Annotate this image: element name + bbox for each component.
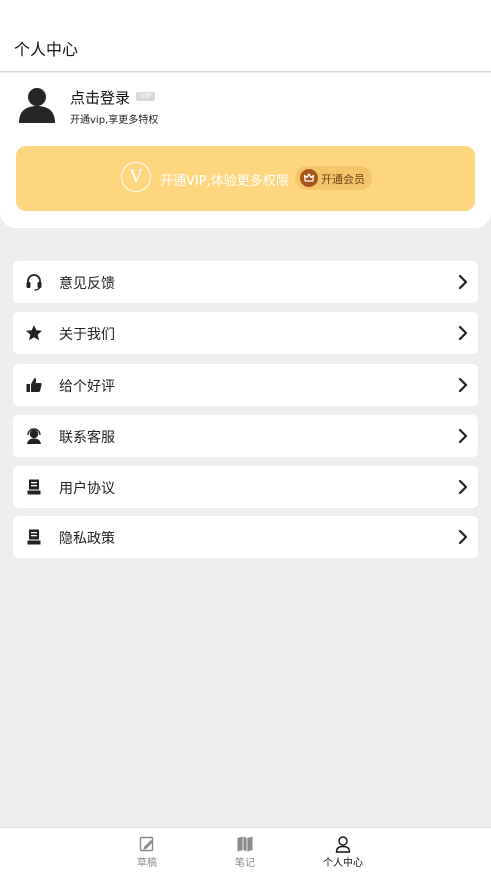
menu-item-rate-us[interactable]: 给个好评 bbox=[13, 364, 478, 406]
menu-item-about-us[interactable]: 关于我们 bbox=[13, 312, 478, 354]
document-icon bbox=[27, 529, 41, 545]
menu-item-label: 给个好评 bbox=[59, 379, 115, 395]
vip-promo-card[interactable]: V 开通VIP,体验更多权限 开通会员 bbox=[16, 146, 475, 211]
menu-item-feedback[interactable]: 意见反馈 bbox=[13, 261, 478, 303]
chevron-right-icon bbox=[458, 325, 468, 341]
top-bar: 个人中心 bbox=[0, 0, 491, 72]
vip-promo-text: 开通VIP,体验更多权限 bbox=[160, 174, 289, 189]
star-icon bbox=[26, 325, 42, 341]
headset-icon bbox=[26, 274, 42, 291]
tab-label: 草稿 bbox=[137, 858, 157, 869]
menu-item-label: 关于我们 bbox=[59, 327, 115, 343]
person-icon bbox=[335, 836, 351, 853]
vip-badge: VIP bbox=[136, 92, 155, 101]
menu-item-label: 隐私政策 bbox=[59, 531, 115, 547]
menu-item-label: 联系客服 bbox=[59, 430, 115, 446]
chevron-right-icon bbox=[458, 377, 468, 393]
menu-item-customer-service[interactable]: 联系客服 bbox=[13, 415, 478, 457]
menu-item-user-agreement[interactable]: 用户协议 bbox=[13, 466, 478, 508]
chevron-right-icon bbox=[458, 428, 468, 444]
menu-item-label: 意见反馈 bbox=[59, 276, 115, 292]
chevron-right-icon bbox=[458, 274, 468, 290]
menu-item-privacy-policy[interactable]: 隐私政策 bbox=[13, 516, 478, 558]
user-avatar-icon bbox=[19, 88, 55, 123]
bottom-tab-bar: 草稿 笔记 个人中心 bbox=[0, 827, 491, 874]
tab-profile[interactable]: 个人中心 bbox=[313, 835, 373, 873]
open-vip-button[interactable]: 开通会员 bbox=[295, 166, 372, 190]
draft-icon bbox=[139, 836, 154, 852]
tab-drafts[interactable]: 草稿 bbox=[117, 835, 177, 873]
chevron-right-icon bbox=[458, 529, 468, 545]
menu-item-label: 用户协议 bbox=[59, 481, 115, 497]
page-title: 个人中心 bbox=[14, 40, 79, 59]
document-icon bbox=[27, 479, 41, 495]
notebook-icon bbox=[237, 836, 253, 852]
crown-icon bbox=[300, 169, 318, 187]
tab-label: 笔记 bbox=[235, 858, 255, 869]
vip-subtitle: 开通vip,享更多特权 bbox=[70, 115, 159, 126]
tab-label: 个人中心 bbox=[323, 858, 363, 869]
tab-notes[interactable]: 笔记 bbox=[215, 835, 275, 873]
login-link[interactable]: 点击登录 bbox=[70, 87, 130, 108]
thumbs-up-icon bbox=[26, 378, 42, 392]
profile-section: 点击登录 VIP 开通vip,享更多特权 V 开通VIP,体验更多权限 开通会员 bbox=[0, 73, 491, 228]
avatar[interactable] bbox=[18, 86, 56, 124]
customer-service-icon bbox=[27, 428, 41, 444]
vip-logo-icon: V bbox=[121, 162, 151, 192]
chevron-right-icon bbox=[458, 479, 468, 495]
open-vip-button-label: 开通会员 bbox=[321, 173, 365, 186]
